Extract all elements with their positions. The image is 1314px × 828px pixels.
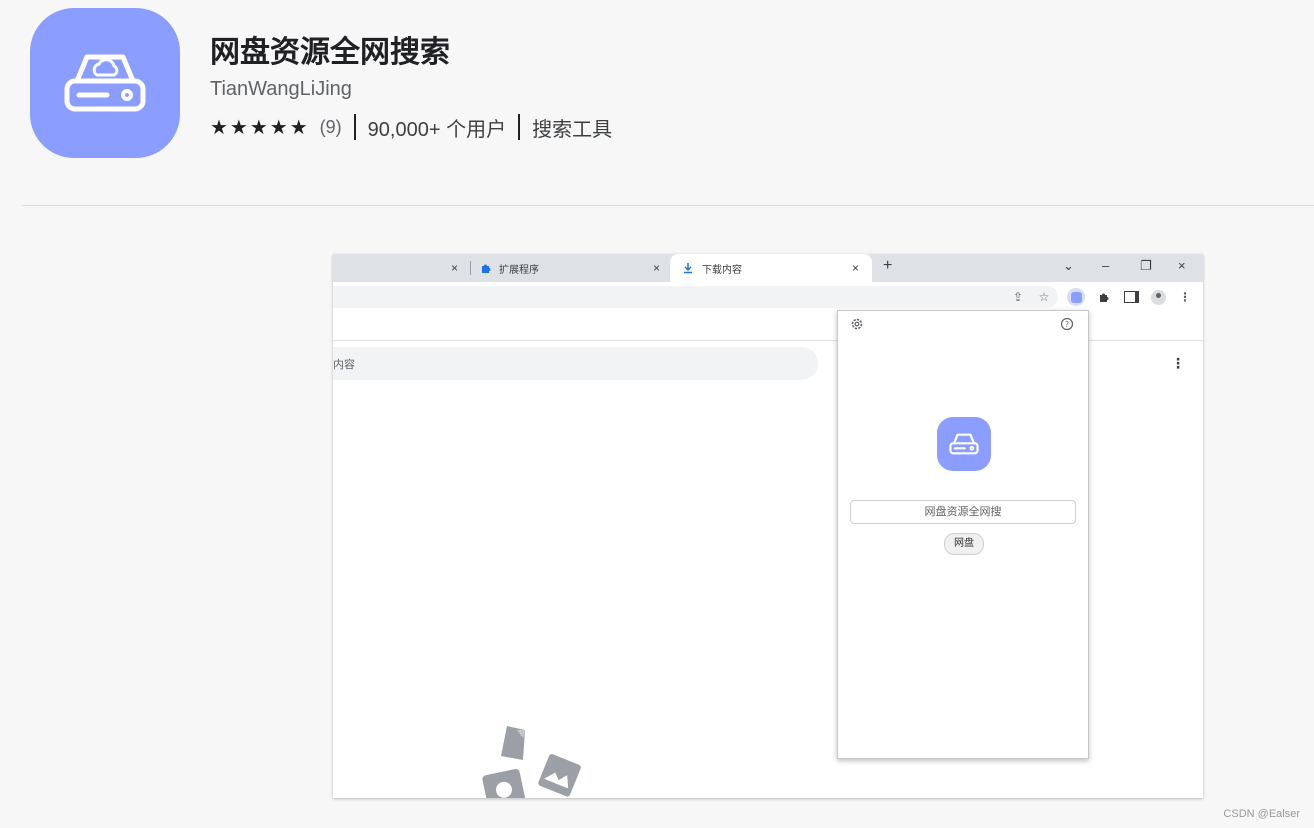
browser-menu-icon[interactable]: ⋮	[1176, 288, 1194, 306]
download-icon	[684, 263, 692, 274]
help-icon[interactable]: ?	[1060, 317, 1074, 331]
browser-tabstrip: × 扩展程序 × 下载内容 × + ⌄ – ❐ ×	[333, 254, 1203, 282]
extension-action-icon[interactable]	[1067, 288, 1085, 306]
gear-icon[interactable]	[850, 317, 864, 331]
svg-text:?: ?	[1065, 320, 1069, 329]
minimize-button[interactable]: –	[1102, 258, 1109, 273]
extension-popup: ? 网盘资源全网搜 网盘	[837, 310, 1089, 759]
tab-partial[interactable]: ×	[333, 254, 469, 282]
tab-extensions[interactable]: 扩展程序 ×	[473, 254, 669, 282]
bookmark-star-icon[interactable]: ☆	[1035, 288, 1053, 306]
close-window-button[interactable]: ×	[1178, 258, 1186, 273]
side-panel-icon[interactable]	[1122, 288, 1140, 306]
popup-search-input[interactable]: 网盘资源全网搜	[850, 500, 1076, 524]
tab-downloads[interactable]: 下载内容 ×	[670, 254, 872, 282]
search-placeholder: 内容	[333, 358, 355, 371]
more-options-icon[interactable]: ⋮	[1171, 355, 1185, 372]
cloud-drive-icon	[64, 54, 146, 112]
meta-divider	[518, 114, 521, 140]
empty-downloads-illustration	[482, 726, 581, 798]
address-bar[interactable]	[333, 286, 1058, 308]
restore-button[interactable]: ❐	[1140, 258, 1152, 274]
extension-meta: ★★★★★ (9) 90,000+ 个用户 搜索工具	[210, 113, 612, 141]
watermark: CSDN @Ealser	[1223, 808, 1300, 820]
popup-app-icon	[937, 417, 991, 471]
popup-search-button[interactable]: 网盘	[944, 533, 984, 555]
tab-close-icon[interactable]: ×	[852, 261, 859, 275]
tab-label: 下载内容	[702, 264, 742, 276]
user-count: 90,000+ 个用户	[367, 118, 507, 141]
app-icon	[30, 8, 180, 158]
share-icon[interactable]: ⇪	[1009, 288, 1027, 306]
downloads-search-bar[interactable]: 内容	[333, 347, 818, 380]
extension-title: 网盘资源全网搜索	[210, 36, 450, 69]
tab-separator	[470, 261, 471, 275]
browser-toolbar: ⇪ ☆ ⋮	[333, 282, 1203, 312]
screenshot-preview[interactable]: × 扩展程序 × 下载内容 × + ⌄ – ❐ × ⇪ ☆ ⋮ 内容 ⋮ ? 网…	[333, 254, 1203, 798]
section-divider	[22, 205, 1314, 206]
tab-close-icon[interactable]: ×	[653, 261, 660, 275]
profile-icon[interactable]	[1149, 288, 1167, 306]
puzzle-icon	[482, 264, 491, 273]
tab-close-icon[interactable]: ×	[451, 261, 458, 275]
tab-search-icon[interactable]: ⌄	[1063, 258, 1074, 274]
rating-count[interactable]: (9)	[320, 117, 342, 138]
tab-label: 扩展程序	[499, 264, 539, 276]
new-tab-button[interactable]: +	[883, 257, 892, 275]
cloud-drive-icon	[949, 433, 979, 455]
category-link[interactable]: 搜索工具	[532, 113, 612, 142]
extensions-menu-icon[interactable]	[1095, 288, 1113, 306]
extension-author[interactable]: TianWangLiJing	[210, 78, 352, 101]
meta-divider	[353, 114, 356, 140]
rating-stars: ★★★★★	[210, 116, 310, 139]
